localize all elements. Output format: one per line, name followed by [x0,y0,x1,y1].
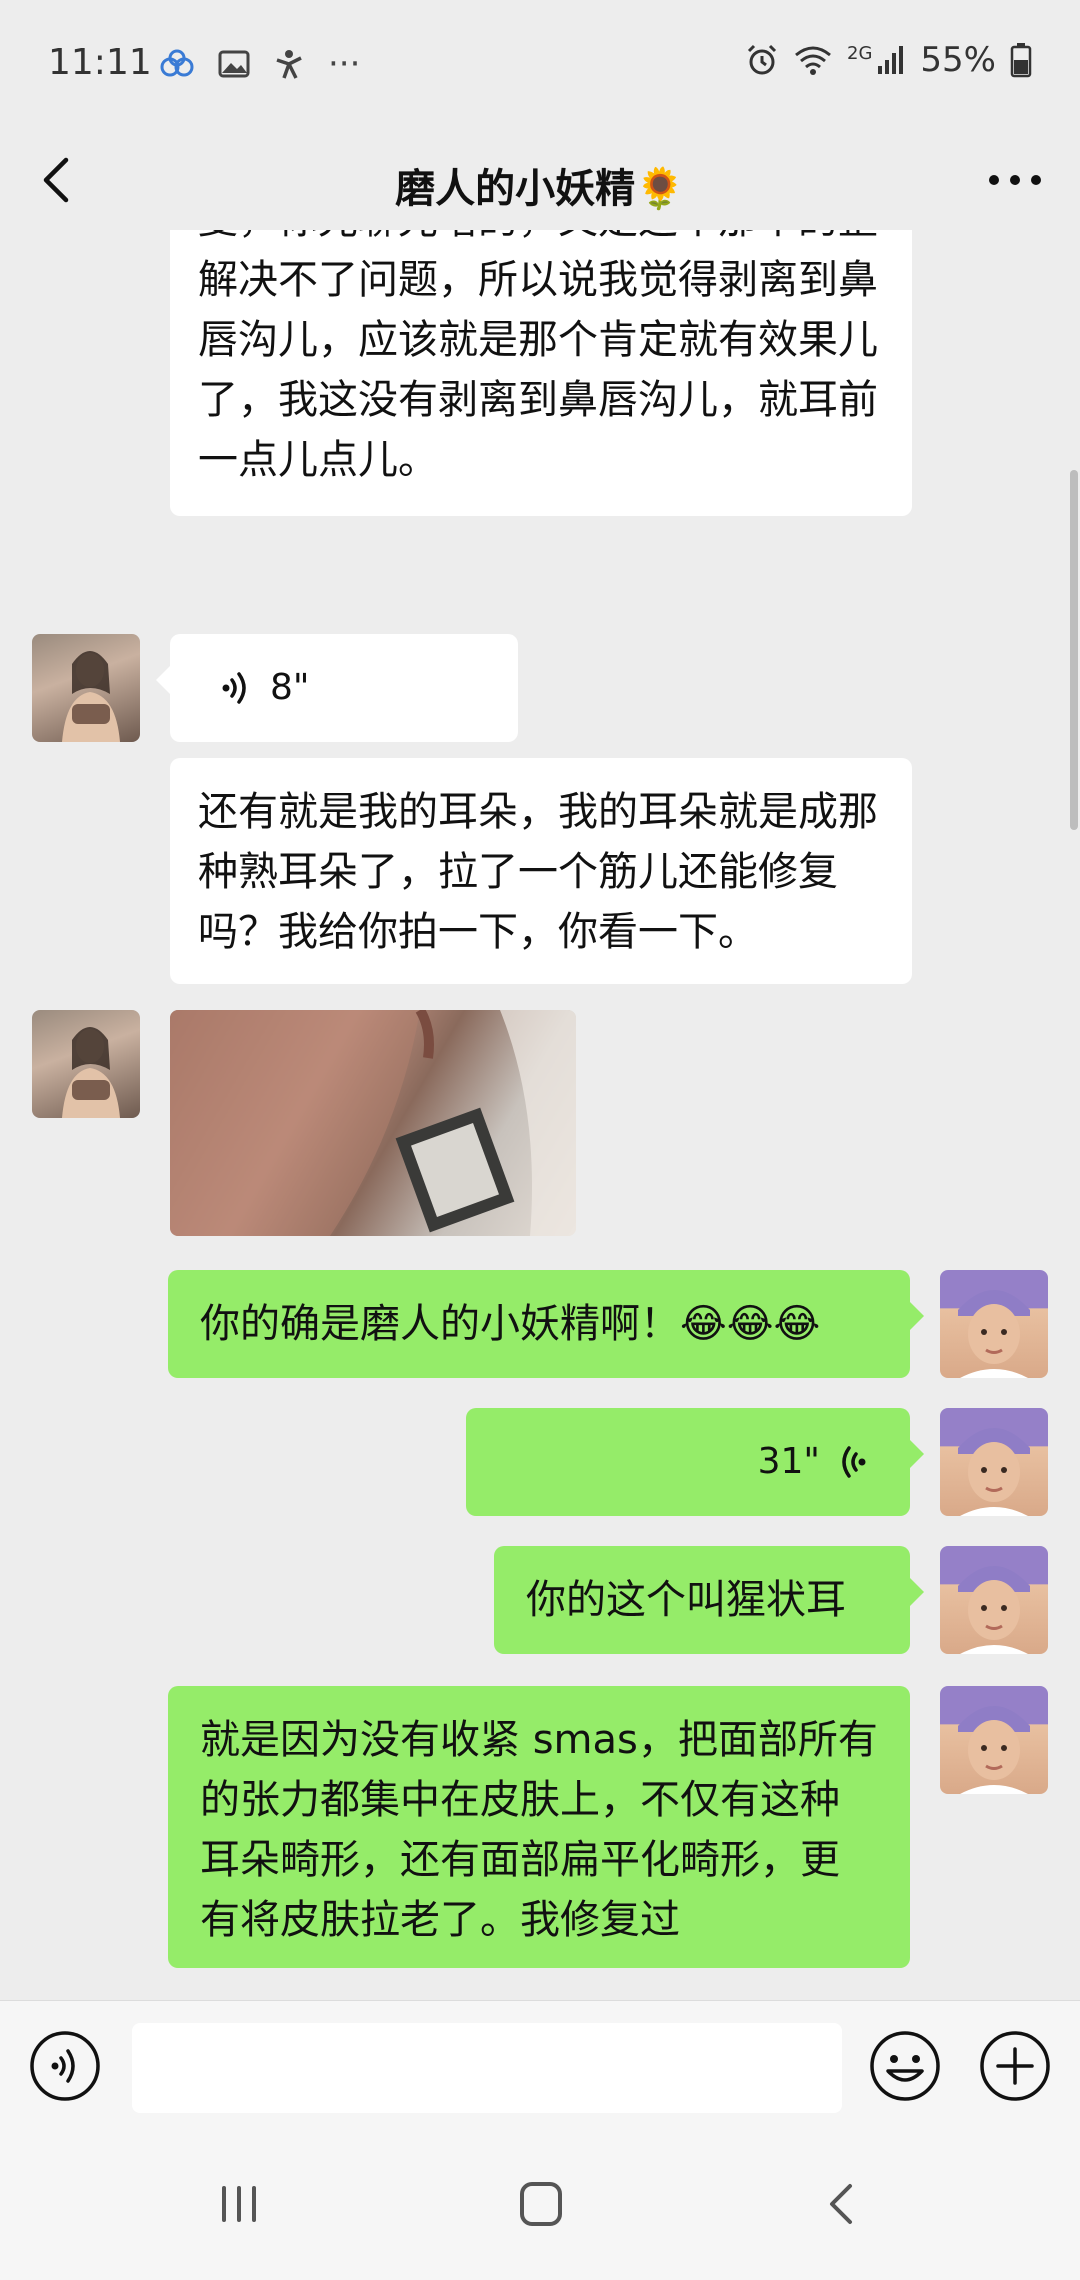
message-text: 聊解决不了问题，你得找医生，你得修复，你光聊光啥的，又是这个那个的整解决不了问题… [198,230,878,483]
status-bar: 11:11 ··· 2G 55% [0,0,1080,130]
avatar-image [62,1027,120,1118]
message-input[interactable] [132,2023,842,2113]
avatar-image [958,1428,1030,1516]
my-avatar[interactable] [940,1686,1048,1794]
more-options-button[interactable] [980,152,1050,208]
my-avatar[interactable] [940,1408,1048,1516]
voice-message-right[interactable]: 31" [466,1408,924,1516]
my-avatar[interactable] [940,1546,1048,1654]
message-bubble-right[interactable]: 你的这个叫猩状耳 [494,1546,924,1654]
emoji-button[interactable] [868,2029,942,2103]
avatar-image [958,1566,1030,1654]
more-notifications-dots: ··· [328,44,361,84]
notification-icons: ··· [160,44,360,84]
message-bubble-right[interactable]: 你的确是磨人的小妖精啊！😂😂😂 [168,1270,924,1378]
scrollbar[interactable] [1070,470,1078,830]
message-text: 你的确是磨人的小妖精啊！😂😂😂 [200,1301,821,1347]
voice-wave-icon [842,1446,866,1478]
signal-icon [878,46,904,74]
battery-percent: 55% [920,40,996,80]
status-time: 11:11 [48,42,152,83]
message-text: 你的这个叫猩状耳 [526,1577,846,1623]
chat-header: 磨人的小妖精🌻 [0,130,1080,230]
message-text: 还有就是我的耳朵，我的耳朵就是成那种熟耳朵了，拉了一个筋儿还能修复吗？我给你拍一… [198,789,878,955]
back-nav-button[interactable] [808,2174,878,2234]
input-bar [0,2000,1080,2131]
avatar-image [62,651,120,742]
chat-title: 磨人的小妖精🌻 [395,166,685,212]
message-list[interactable]: 聊解决不了问题，你得找医生，你得修复，你光聊光啥的，又是这个那个的整解决不了问题… [0,230,1080,2000]
voice-duration: 31" [757,1441,820,1482]
voice-input-button[interactable] [28,2029,102,2103]
wifi-icon [795,46,831,75]
message-bubble-right[interactable]: 就是因为没有收紧 smas，把面部所有的张力都集中在皮肤上，不仅有这种耳朵畸形，… [168,1686,910,1968]
recent-apps-button[interactable] [204,2174,274,2234]
gallery-icon [218,50,250,78]
contact-avatar[interactable] [32,1010,140,1118]
status-right-icons: 2G 55% [745,40,1032,80]
voice-wave-icon [222,672,246,704]
message-text: 就是因为没有收紧 smas，把面部所有的张力都集中在皮肤上，不仅有这种耳朵畸形，… [200,1717,878,1943]
cloud-app-icon [160,49,194,77]
system-nav-bar [0,2130,1080,2280]
fitness-icon [276,50,302,79]
voice-duration: 8" [270,667,310,708]
message-bubble-left[interactable]: 聊解决不了问题，你得找医生，你得修复，你光聊光啥的，又是这个那个的整解决不了问题… [170,230,912,516]
contact-avatar[interactable] [32,634,140,742]
message-bubble-left[interactable]: 还有就是我的耳朵，我的耳朵就是成那种熟耳朵了，拉了一个筋儿还能修复吗？我给你拍一… [170,758,912,984]
battery-icon [1010,43,1032,78]
photo-content [170,1010,576,1236]
more-actions-button[interactable] [978,2029,1052,2103]
image-message[interactable] [170,1010,576,1236]
network-type: 2G [847,42,873,64]
home-button[interactable] [506,2174,576,2234]
avatar-image [958,1706,1030,1794]
avatar-image [958,1290,1030,1378]
voice-message-left[interactable]: 8" [156,634,518,742]
my-avatar[interactable] [940,1270,1048,1378]
alarm-icon [747,44,777,75]
